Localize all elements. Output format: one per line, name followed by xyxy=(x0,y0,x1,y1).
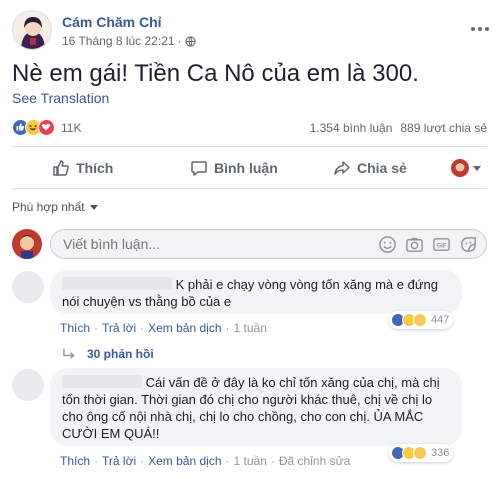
commenter-name-redacted[interactable] xyxy=(62,277,172,290)
comment-reaction-count: 336 xyxy=(431,447,450,459)
svg-text:GIF: GIF xyxy=(436,242,446,249)
comment-time[interactable]: 1 tuần xyxy=(234,454,267,468)
sad-reaction-icon xyxy=(413,313,427,327)
comment-button[interactable]: Bình luận xyxy=(190,159,278,177)
comment-like-link[interactable]: Thích xyxy=(60,454,90,468)
share-button[interactable]: Chia sẻ xyxy=(333,159,407,177)
sticker-icon[interactable] xyxy=(459,235,478,254)
post-text: Nè em gái! Tiền Ca Nô của em là 300. xyxy=(12,60,419,87)
gif-icon[interactable]: GIF xyxy=(432,235,451,254)
post-stats: 11K 1.354 bình luận 889 lượt chia sẻ xyxy=(12,116,487,138)
comment-like-link[interactable]: Thích xyxy=(60,321,90,335)
comment-actions: Thích · Trả lời · Xem bản dịch · 1 tuần · Đã… xyxy=(60,454,350,468)
post-timestamp[interactable]: 16 Tháng 8 lúc 22:21 xyxy=(62,34,175,48)
comment-actions: Thích · Trả lời · Xem bản dịch · 1 tuần xyxy=(60,321,267,335)
post-action-bar: Thích Bình luận Chia sẻ xyxy=(12,152,487,184)
action-separator: · xyxy=(94,454,99,468)
action-separator: · xyxy=(140,321,145,335)
user-avatar-small xyxy=(451,159,469,177)
more-options-icon[interactable] xyxy=(470,16,490,37)
see-translation-link[interactable]: See Translation xyxy=(12,90,109,106)
comment-bubble: Cái vấn đề ở đây là ko chỉ tốn xăng của … xyxy=(50,368,462,446)
comment-reply-link[interactable]: Trả lời xyxy=(102,454,136,468)
action-separator: · xyxy=(225,454,230,468)
comment-reply-link[interactable]: Trả lời xyxy=(102,321,136,335)
post-meta: 16 Tháng 8 lúc 22:21 · xyxy=(62,34,196,48)
action-separator: · xyxy=(140,454,145,468)
share-arrow-icon xyxy=(334,161,350,175)
action-separator: · xyxy=(94,321,99,335)
comment-time[interactable]: 1 tuần xyxy=(234,321,267,335)
meta-separator: · xyxy=(177,34,182,48)
action-separator: · xyxy=(270,454,275,468)
replies-count-label: 30 phản hồi xyxy=(87,347,154,361)
comment-sort-dropdown[interactable]: Phù hợp nhất xyxy=(12,200,98,214)
camera-icon[interactable] xyxy=(405,235,424,254)
author-avatar[interactable] xyxy=(12,10,52,50)
thumbs-up-icon xyxy=(53,160,69,176)
commenter-avatar[interactable] xyxy=(12,271,44,303)
love-reaction-icon xyxy=(38,119,55,136)
comment-translate-link[interactable]: Xem bản dịch xyxy=(148,454,221,468)
action-separator: · xyxy=(225,321,230,335)
reply-arrow-icon xyxy=(63,348,75,359)
reaction-summary[interactable]: 11K xyxy=(12,119,81,136)
share-count-link[interactable]: 889 lượt chia sẻ xyxy=(400,121,487,135)
divider-top xyxy=(12,146,487,147)
chevron-down-icon xyxy=(89,204,98,210)
comment-reaction-count: 447 xyxy=(431,314,450,326)
sad-reaction-icon xyxy=(413,446,427,460)
post-header: Cám Chăm Chỉ 16 Tháng 8 lúc 22:21 · xyxy=(12,10,492,52)
comment-reactions[interactable]: 336 xyxy=(389,444,454,462)
reaction-identity-selector[interactable] xyxy=(451,159,481,177)
comment-input[interactable] xyxy=(63,236,323,252)
user-avatar xyxy=(12,229,42,259)
comment-count-link[interactable]: 1.354 bình luận xyxy=(310,121,393,135)
comment-translate-link[interactable]: Xem bản dịch xyxy=(148,321,221,335)
comment-bubble: K phải e chạy vòng vòng tốn xăng mà e đứ… xyxy=(50,270,462,314)
comment-reactions[interactable]: 447 xyxy=(389,311,454,329)
comment-edited-label[interactable]: Đã chỉnh sửa xyxy=(279,454,350,468)
emoji-icon[interactable] xyxy=(378,235,397,254)
share-button-label: Chia sẻ xyxy=(357,160,407,176)
comment-button-label: Bình luận xyxy=(214,160,278,176)
comment-input-box[interactable]: GIF xyxy=(50,229,487,259)
comment-bubble-icon xyxy=(191,161,207,176)
sort-label: Phù hợp nhất xyxy=(12,200,85,214)
comment-composer: GIF xyxy=(12,227,487,261)
chevron-down-icon xyxy=(473,165,481,171)
commenter-name-redacted[interactable] xyxy=(62,375,142,388)
reaction-count: 11K xyxy=(61,120,82,135)
author-name[interactable]: Cám Chăm Chỉ xyxy=(62,14,162,30)
like-button-label: Thích xyxy=(76,160,114,176)
like-button[interactable]: Thích xyxy=(52,159,113,177)
divider-bottom xyxy=(12,188,487,189)
globe-icon xyxy=(184,35,196,47)
view-replies-link[interactable]: 30 phản hồi xyxy=(62,347,154,361)
commenter-avatar[interactable] xyxy=(12,369,44,401)
